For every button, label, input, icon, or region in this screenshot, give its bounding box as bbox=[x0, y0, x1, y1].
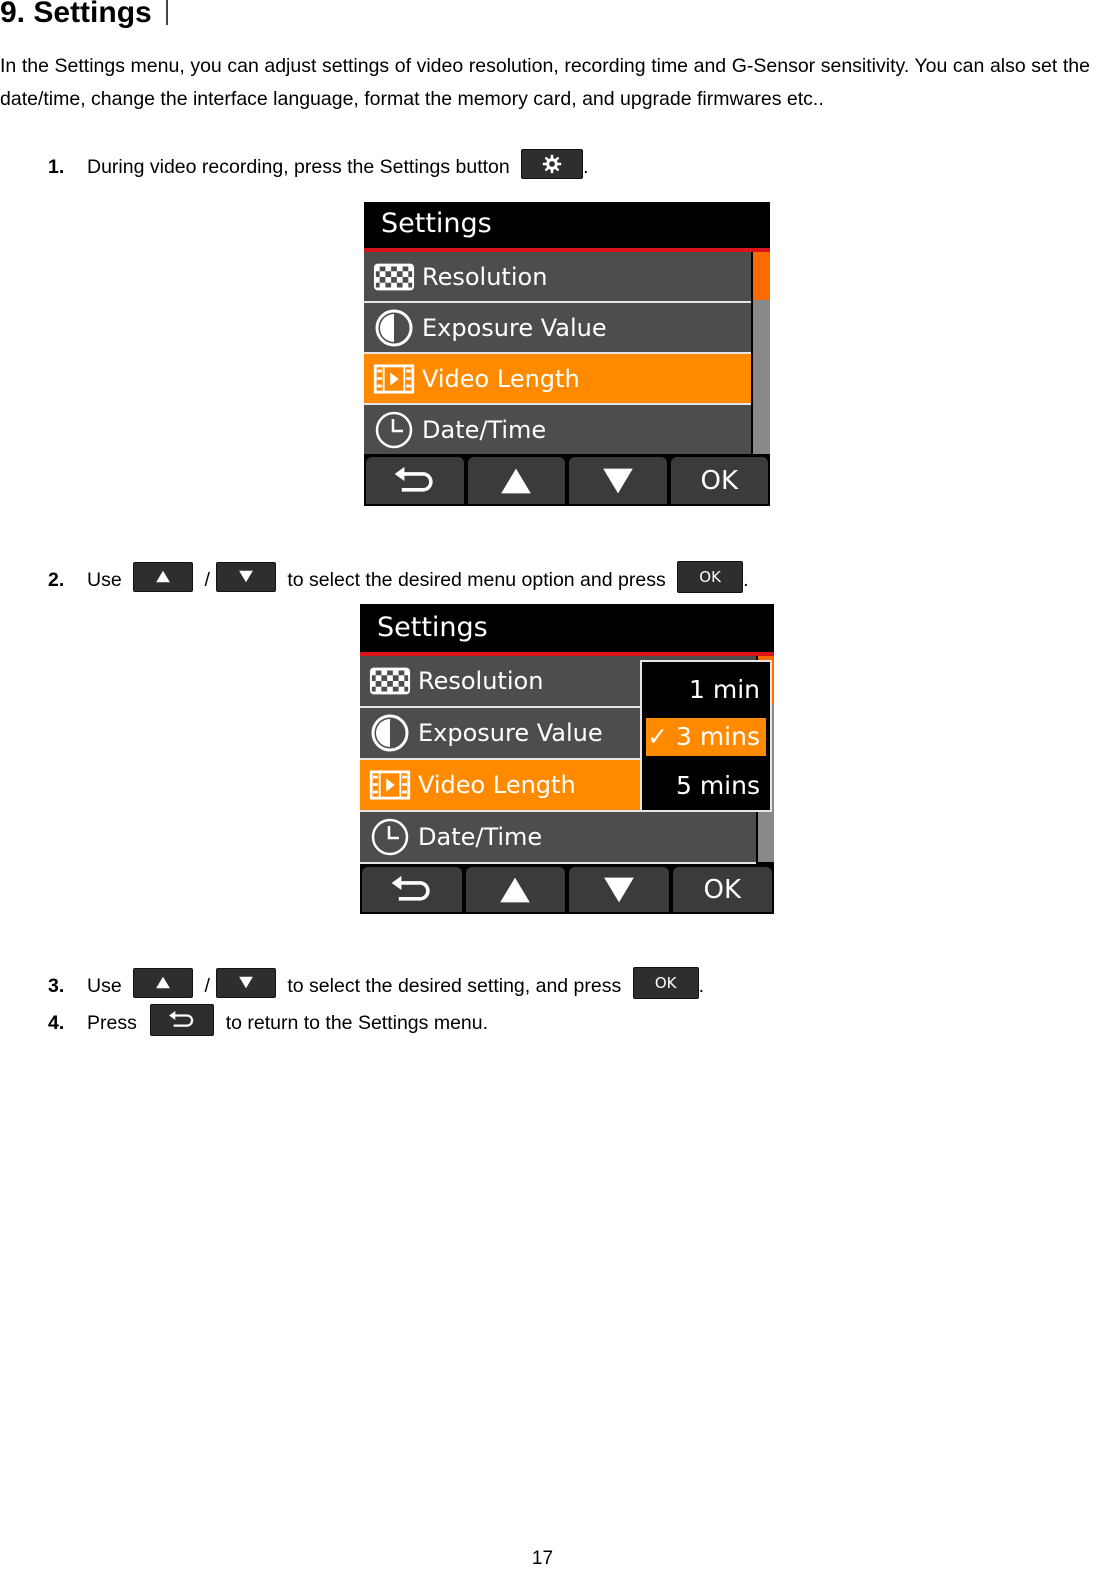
menu-item-date-time[interactable]: Date/Time bbox=[360, 812, 756, 864]
option-1-min[interactable]: 1 min bbox=[646, 670, 766, 710]
up-triangle-icon bbox=[499, 467, 533, 495]
step-number: 1. bbox=[48, 156, 65, 178]
back-softkey[interactable] bbox=[362, 867, 462, 912]
up-button-icon bbox=[133, 561, 194, 592]
step-1: 1. During video recording, press the Set… bbox=[0, 148, 1107, 184]
section-number: 9. bbox=[0, 0, 26, 29]
intro-paragraph: In the Settings menu, you can adjust set… bbox=[0, 55, 1090, 110]
scrollbar[interactable] bbox=[751, 252, 770, 456]
settings-button bbox=[521, 148, 584, 179]
menu-item-resolution[interactable]: Resolution bbox=[364, 252, 751, 303]
back-button-icon bbox=[150, 1003, 215, 1036]
step-number: 3. bbox=[48, 975, 65, 997]
down-softkey[interactable] bbox=[569, 867, 669, 912]
menu-item-label: Exposure Value bbox=[418, 719, 603, 747]
screen-title: Settings bbox=[360, 604, 774, 652]
film-icon bbox=[369, 770, 411, 800]
section-heading: 9. Settings bbox=[0, 0, 168, 30]
menu-item-date-time[interactable]: Date/Time bbox=[364, 405, 751, 456]
heading-divider bbox=[165, 0, 168, 25]
back-arrow-icon bbox=[389, 875, 435, 905]
page-number: 17 bbox=[531, 1548, 554, 1569]
resolution-grid-icon bbox=[369, 666, 411, 696]
step-text: During video recording, press the Settin… bbox=[87, 156, 510, 178]
ok-button-icon: OK bbox=[632, 966, 699, 999]
menu-item-label: Resolution bbox=[422, 262, 548, 291]
step-number: 4. bbox=[48, 1012, 65, 1034]
clock-icon bbox=[374, 410, 414, 450]
step-4: 4. Press to return to the Settings menu. bbox=[0, 1003, 1107, 1040]
device-screen-settings-menu: Settings Resolution Exposure Value Video… bbox=[364, 202, 770, 506]
menu-item-label: Date/Time bbox=[422, 415, 547, 444]
step-number: 2. bbox=[48, 569, 65, 591]
down-triangle-icon bbox=[601, 467, 635, 495]
menu-item-video-length[interactable]: Video Length bbox=[364, 354, 751, 405]
menu-item-label: Resolution bbox=[418, 667, 544, 695]
ok-button-icon: OK bbox=[677, 560, 744, 593]
up-softkey[interactable] bbox=[467, 457, 565, 504]
back-softkey[interactable] bbox=[366, 457, 464, 504]
exposure-icon bbox=[374, 308, 414, 348]
exposure-icon bbox=[370, 713, 410, 753]
up-triangle-icon bbox=[498, 876, 532, 904]
back-arrow-icon bbox=[392, 466, 438, 496]
down-triangle-icon bbox=[602, 876, 636, 904]
resolution-grid-icon bbox=[373, 262, 415, 292]
scrollbar-thumb[interactable] bbox=[753, 252, 770, 300]
option-3-mins[interactable]: ✓ 3 mins bbox=[646, 718, 766, 756]
down-button-icon bbox=[215, 561, 276, 592]
clock-icon bbox=[370, 817, 410, 857]
menu-item-label: Date/Time bbox=[418, 823, 543, 851]
up-softkey[interactable] bbox=[465, 867, 565, 912]
menu-item-label: Video Length bbox=[418, 771, 576, 799]
softkey-bar: OK bbox=[364, 454, 770, 506]
option-5-mins[interactable]: 5 mins bbox=[646, 766, 766, 806]
step-3: 3. Use / to select the desired setting, … bbox=[0, 966, 1107, 1003]
screen-title: Settings bbox=[364, 202, 770, 248]
down-softkey[interactable] bbox=[569, 457, 667, 504]
video-length-options-popup: 1 min ✓ 3 mins 5 mins bbox=[640, 660, 772, 812]
film-icon bbox=[373, 364, 415, 394]
ok-softkey[interactable]: OK bbox=[672, 867, 772, 912]
ok-softkey[interactable]: OK bbox=[670, 457, 768, 504]
softkey-bar: OK bbox=[360, 864, 774, 914]
section-title: Settings bbox=[33, 0, 152, 29]
menu-item-exposure-value[interactable]: Exposure Value bbox=[364, 303, 751, 354]
menu-item-label: Video Length bbox=[422, 364, 580, 393]
up-button-icon bbox=[133, 967, 194, 998]
down-button-icon bbox=[215, 967, 276, 998]
step-2: 2. Use / to select the desired menu opti… bbox=[0, 560, 1107, 597]
menu-item-label: Exposure Value bbox=[422, 313, 607, 342]
device-screen-video-length-options: Settings Resolution Exposure Value Video… bbox=[360, 604, 774, 914]
